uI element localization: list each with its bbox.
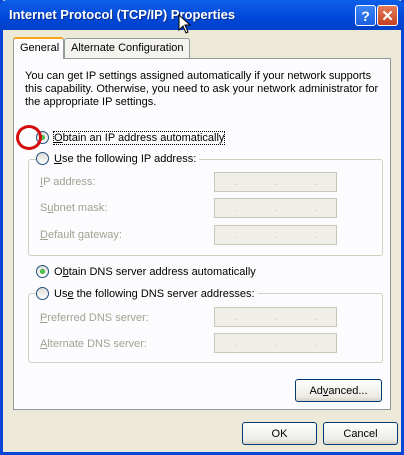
use-following-ip-label: Use the following IP address:	[54, 152, 197, 165]
default-gateway-field[interactable]: ...	[214, 225, 337, 245]
ip-address-field[interactable]: ...	[214, 172, 337, 192]
use-following-dns-radio[interactable]	[36, 287, 49, 300]
highlight-ring	[16, 125, 42, 150]
alternate-dns-label: Alternate DNS server:	[40, 338, 147, 350]
obtain-dns-auto-option[interactable]: Obtain DNS server address automatically	[36, 265, 256, 278]
mouse-pointer-icon	[178, 14, 192, 34]
cancel-button[interactable]: Cancel	[323, 422, 398, 445]
obtain-dns-auto-radio[interactable]	[36, 265, 49, 278]
preferred-dns-label: Preferred DNS server:	[40, 312, 149, 324]
preferred-dns-field[interactable]: ...	[214, 307, 337, 327]
default-gateway-label: Default gateway:	[40, 229, 122, 241]
use-following-dns-label: Use the following DNS server addresses:	[54, 287, 255, 300]
window-title: Internet Protocol (TCP/IP) Properties	[9, 7, 236, 22]
close-button[interactable]: ✕	[377, 5, 398, 26]
obtain-ip-auto-label: Obtain an IP address automatically	[52, 130, 226, 145]
obtain-dns-auto-label: Obtain DNS server address automatically	[54, 265, 256, 278]
ok-button[interactable]: OK	[242, 422, 317, 445]
title-bar[interactable]: Internet Protocol (TCP/IP) Properties ? …	[0, 0, 404, 30]
general-tab-panel: You can get IP settings assigned automat…	[13, 58, 391, 410]
help-button[interactable]: ?	[355, 5, 376, 26]
use-following-ip-option[interactable]: Use the following IP address:	[36, 152, 200, 165]
use-following-dns-option[interactable]: Use the following DNS server addresses:	[36, 287, 258, 300]
help-icon: ?	[361, 7, 370, 24]
tcpip-properties-dialog: Internet Protocol (TCP/IP) Properties ? …	[0, 0, 404, 455]
alternate-dns-field[interactable]: ...	[214, 333, 337, 353]
tab-alternate-configuration[interactable]: Alternate Configuration	[64, 38, 190, 58]
intro-text: You can get IP settings assigned automat…	[25, 70, 379, 108]
close-icon: ✕	[381, 7, 394, 25]
advanced-button[interactable]: Ad v anced...	[295, 379, 382, 402]
use-following-ip-radio[interactable]	[36, 152, 49, 165]
subnet-mask-label: Subnet mask:	[40, 202, 108, 214]
subnet-mask-field[interactable]: ...	[214, 198, 337, 218]
obtain-ip-auto-option[interactable]: Obtain an IP address automatically	[36, 130, 226, 145]
tab-general[interactable]: General	[13, 37, 64, 59]
ip-address-label: IP address:	[40, 176, 96, 188]
